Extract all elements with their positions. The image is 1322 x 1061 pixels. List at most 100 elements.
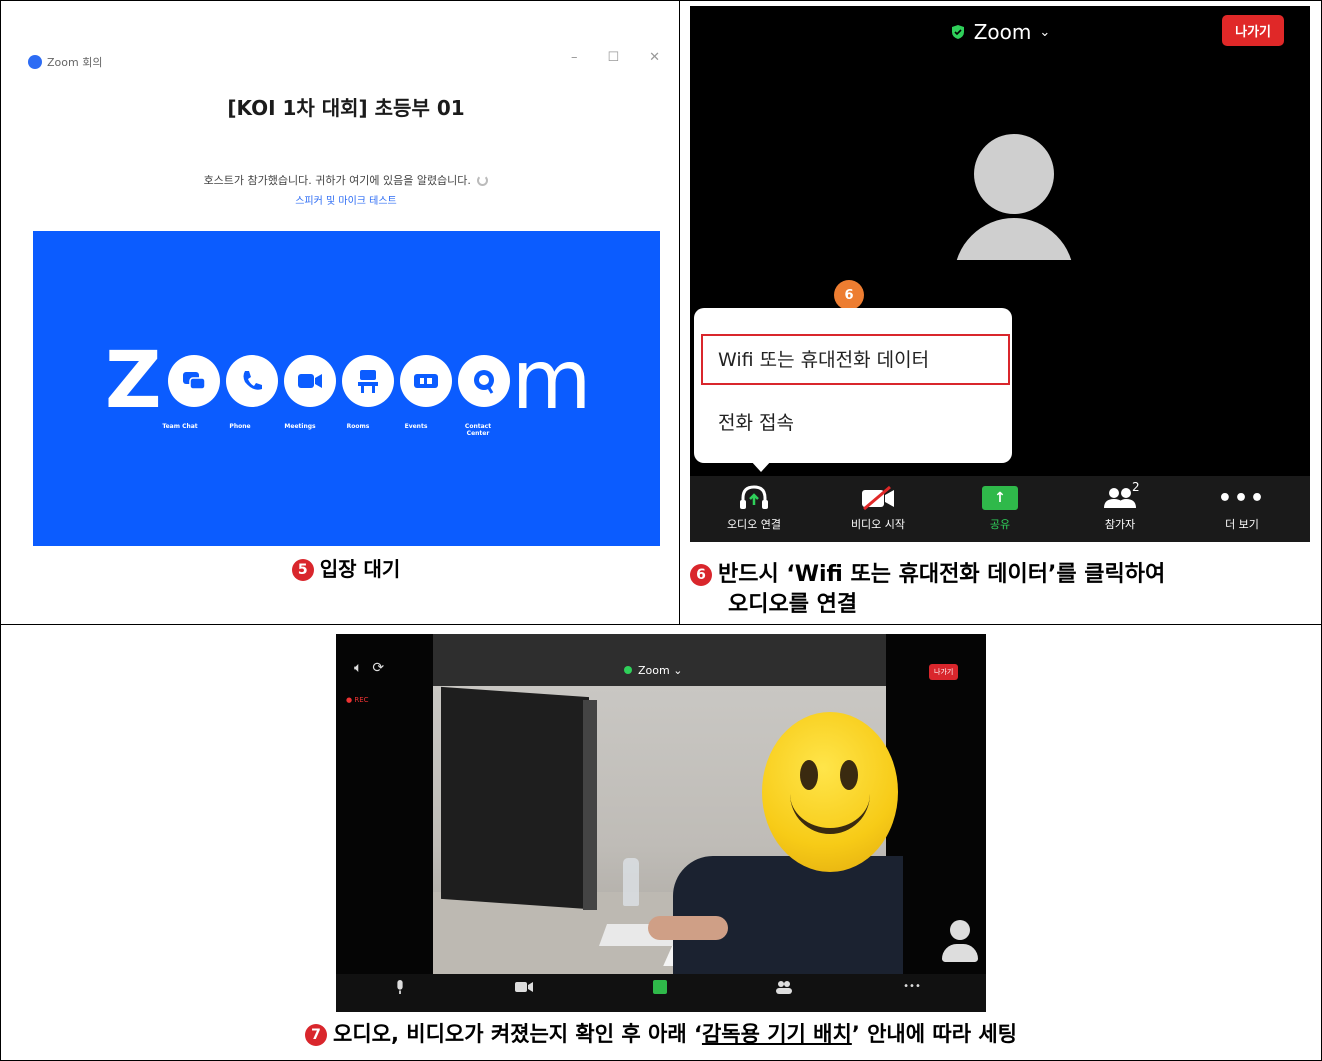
water-bottle (623, 858, 639, 906)
monitor (441, 686, 589, 910)
step-badge: 6 (834, 280, 864, 310)
start-video-button[interactable]: 비디오 시작 (818, 484, 938, 532)
participants-label: 참가자 (1104, 518, 1136, 531)
caption-step-5: 5 입장 대기 (16, 553, 676, 582)
minimize-button[interactable]: – (571, 50, 578, 65)
video-off-icon (862, 485, 894, 511)
leave-button[interactable]: 나가기 (1222, 15, 1284, 46)
more-button[interactable]: ••• 더 보기 (1182, 484, 1302, 532)
dial-in-option[interactable]: 전화 접속 (718, 408, 794, 435)
speaker-mic-test-link[interactable]: 스피커 및 마이크 테스트 (16, 192, 676, 207)
table-divider-middle (679, 0, 680, 624)
shield-check-icon (951, 25, 964, 39)
self-avatar-head (950, 920, 970, 940)
product-label-team-chat: Team Chat (162, 423, 198, 430)
audio-connect-popup: Wifi 또는 휴대전화 데이터 전화 접속 (694, 308, 1012, 472)
smiley-face-icon (762, 712, 898, 872)
meetings-icon (283, 355, 336, 407)
feed-mic-button[interactable] (380, 980, 420, 999)
caption-step-7: 7 오디오, 비디오가 켜졌는지 확인 후 아래 ‘감독용 기기 배치’ 안내에 … (0, 1018, 1322, 1048)
zoom-mobile-meeting: Zoom ⌄ 나가기 6 Wifi 또는 휴대전화 데이터 전화 접속 오디오 … (690, 6, 1310, 542)
table-border-top (0, 0, 1322, 1)
phone-icon (225, 355, 278, 407)
more-label: 더 보기 (1225, 518, 1259, 531)
share-icon: ↑ (982, 486, 1018, 510)
caption-6-line2: 오디오를 연결 (728, 592, 858, 617)
camera-scene (433, 686, 903, 996)
zoom-logo-icon (28, 55, 42, 69)
start-video-label: 비디오 시작 (850, 518, 906, 531)
feed-leave-button[interactable]: 나가기 (929, 664, 959, 680)
feed-meeting-header[interactable]: Zoom ⌄ (624, 664, 682, 677)
participant-arm (648, 916, 728, 940)
more-icon: ••• (1217, 485, 1267, 511)
feed-participants-button[interactable] (764, 980, 804, 999)
caption-step-6: 6 반드시 ‘Wifi 또는 휴대전화 데이터’를 클릭하여 오디오를 연결 (690, 560, 1315, 620)
feed-video-button[interactable] (504, 980, 544, 999)
self-avatar-body (942, 944, 978, 962)
speaker-icon[interactable]: 🔈︎ (354, 660, 372, 676)
window-controls: – ☐ ✕ (571, 50, 660, 65)
shield-check-icon (624, 666, 632, 674)
rooms-icon (341, 355, 394, 407)
feed-toolbar: ••• (336, 974, 986, 1012)
loading-spinner-icon (477, 175, 489, 186)
feed-more-button[interactable]: ••• (892, 980, 932, 997)
contact-center-icon (457, 355, 510, 407)
zoom-camera-feed: 🔈︎⟳ ● REC Zoom ⌄ 나가기 ••• (336, 634, 986, 1012)
table-divider-row (0, 624, 1322, 625)
avatar-mask (940, 260, 1090, 310)
product-label-contact-center: Contact Center (464, 423, 492, 437)
window-title-text: Zoom 회의 (47, 56, 103, 69)
product-label-meetings: Meetings (284, 423, 316, 430)
meeting-toolbar: 오디오 연결 비디오 시작 ↑ 공유 2 참가자 ••• 더 보기 (690, 476, 1310, 542)
zoom-wordmark: Z m (105, 333, 592, 428)
microphone-icon (397, 980, 403, 994)
audio-connect-button[interactable]: 오디오 연결 (694, 484, 814, 532)
share-icon (653, 980, 667, 994)
zoom-product-banner: Z m Team Chat Phone Meetings Rooms Event… (33, 231, 660, 546)
speaker-camera-icons[interactable]: 🔈︎⟳ (354, 660, 394, 676)
audio-connect-label: 오디오 연결 (726, 518, 782, 531)
monitor-edge (583, 700, 597, 910)
product-label-phone: Phone (229, 423, 251, 430)
zoom-waiting-window: Zoom 회의 – ☐ ✕ [KOI 1차 대회] 초등부 01 호스트가 참가… (16, 40, 676, 550)
device-placement-link-text: 감독용 기기 배치 (701, 1022, 852, 1046)
meeting-title: [KOI 1차 대회] 초등부 01 (227, 96, 465, 120)
recording-indicator: ● REC (346, 696, 369, 704)
feed-left-bar (336, 634, 433, 974)
step-number-5: 5 (291, 559, 314, 581)
smiley-mouth (790, 780, 870, 834)
feed-topbar (433, 634, 886, 686)
share-button[interactable]: ↑ 공유 (940, 484, 1060, 532)
table-border-left (0, 0, 1, 1061)
product-labels: Team Chat Phone Meetings Rooms Events Co… (33, 423, 660, 453)
meeting-header[interactable]: Zoom ⌄ (690, 20, 1310, 44)
product-label-rooms: Rooms (346, 423, 370, 430)
caption-7-before: 오디오, 비디오가 켜졌는지 확인 후 아래 ‘ (333, 1022, 702, 1046)
window-title: Zoom 회의 (28, 54, 102, 70)
step-number-6: 6 (690, 564, 712, 586)
headphones-icon (740, 485, 768, 509)
chat-icon (167, 355, 220, 407)
popup-arrow (750, 460, 772, 472)
share-label: 공유 (989, 518, 1011, 531)
chevron-down-icon: ⌄ (1039, 24, 1051, 40)
participants-button[interactable]: 2 참가자 (1060, 480, 1180, 532)
more-icon: ••• (903, 981, 921, 992)
step-number-7: 7 (305, 1024, 327, 1046)
events-icon (399, 355, 452, 407)
caption-5-text: 입장 대기 (319, 557, 401, 581)
close-button[interactable]: ✕ (649, 50, 660, 65)
participant-count: 2 (1132, 480, 1140, 494)
product-label-events: Events (404, 423, 428, 430)
waiting-message: 호스트가 참가했습니다. 귀하가 여기에 있음을 알렸습니다. (16, 172, 676, 188)
participants-icon (776, 981, 792, 994)
camera-switch-icon[interactable]: ⟳ (372, 660, 394, 676)
caption-6-line1: 반드시 ‘Wifi 또는 휴대전화 데이터’를 클릭하여 (718, 562, 1166, 587)
maximize-button[interactable]: ☐ (607, 50, 619, 65)
caption-7-after: ’ 안내에 따라 세팅 (851, 1022, 1017, 1046)
wifi-data-option[interactable]: Wifi 또는 휴대전화 데이터 (718, 345, 929, 372)
feed-share-button[interactable] (640, 980, 680, 997)
avatar-head (974, 134, 1054, 214)
